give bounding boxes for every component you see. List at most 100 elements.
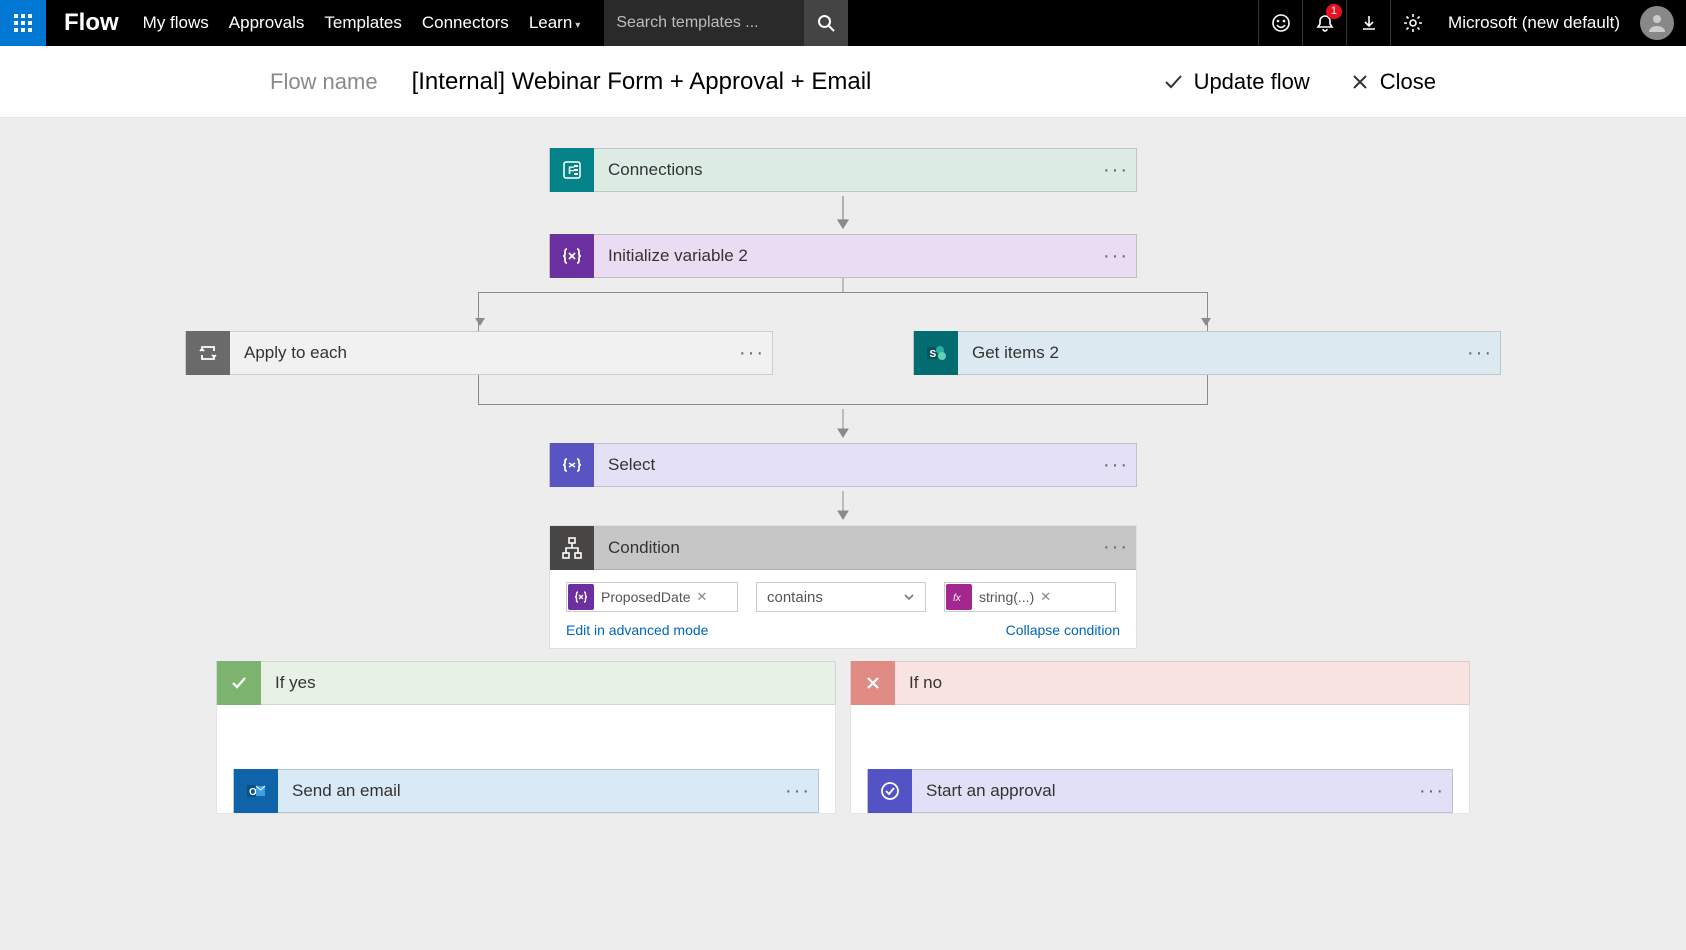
expression-token-icon: fx bbox=[946, 584, 972, 610]
close-button[interactable]: Close bbox=[1350, 69, 1436, 95]
flow-canvas: F Connections ··· Initialize variable 2 … bbox=[0, 118, 1686, 814]
svg-text:O: O bbox=[249, 787, 257, 798]
if-no-body: Start an approval ··· bbox=[850, 705, 1470, 814]
card-getitems-menu[interactable]: ··· bbox=[1460, 342, 1500, 365]
checkmark-icon bbox=[1162, 71, 1184, 93]
card-select-title: Select bbox=[594, 455, 1096, 475]
nav-my-flows[interactable]: My flows bbox=[133, 13, 219, 33]
arrow-down-icon bbox=[473, 316, 487, 330]
select-icon bbox=[550, 443, 594, 487]
card-start-approval-title: Start an approval bbox=[912, 781, 1412, 801]
if-no-header[interactable]: If no bbox=[850, 661, 1470, 705]
condition-header[interactable]: Condition ··· bbox=[550, 526, 1136, 570]
condition-body: ProposedDate ✕ contains fx string(...) ✕ bbox=[550, 570, 1136, 622]
condition-right-input[interactable]: fx string(...) ✕ bbox=[944, 582, 1116, 612]
sharepoint-icon: S bbox=[914, 331, 958, 375]
card-initvar[interactable]: Initialize variable 2 ··· bbox=[549, 234, 1137, 278]
edit-advanced-link[interactable]: Edit in advanced mode bbox=[566, 622, 708, 638]
top-nav: Flow My flows Approvals Templates Connec… bbox=[0, 0, 1686, 46]
svg-text:fx: fx bbox=[953, 593, 962, 604]
avatar[interactable] bbox=[1640, 6, 1674, 40]
card-apply-title: Apply to each bbox=[230, 343, 732, 363]
nav-templates[interactable]: Templates bbox=[314, 13, 411, 33]
card-getitems-title: Get items 2 bbox=[958, 343, 1460, 363]
update-flow-label: Update flow bbox=[1194, 69, 1310, 95]
notifications-button[interactable]: 1 bbox=[1302, 0, 1346, 46]
card-select-menu[interactable]: ··· bbox=[1096, 454, 1136, 477]
search-button[interactable] bbox=[804, 0, 848, 46]
nav-connectors[interactable]: Connectors bbox=[412, 13, 519, 33]
card-apply-to-each[interactable]: Apply to each ··· bbox=[185, 331, 773, 375]
if-yes-body: O Send an email ··· bbox=[216, 705, 836, 814]
svg-text:S: S bbox=[930, 349, 937, 360]
nav-links: My flows Approvals Templates Connectors … bbox=[133, 13, 591, 33]
condition-right-remove[interactable]: ✕ bbox=[1040, 589, 1057, 605]
flow-name-value[interactable]: [Internal] Webinar Form + Approval + Ema… bbox=[412, 68, 872, 96]
condition-left-remove[interactable]: ✕ bbox=[697, 589, 714, 605]
search-wrap bbox=[604, 0, 848, 46]
cross-icon bbox=[851, 661, 895, 705]
person-icon bbox=[1646, 12, 1668, 34]
top-icons: 1 bbox=[1258, 0, 1434, 46]
settings-button[interactable] bbox=[1390, 0, 1434, 46]
loop-icon bbox=[186, 331, 230, 375]
downloads-button[interactable] bbox=[1346, 0, 1390, 46]
card-send-email[interactable]: O Send an email ··· bbox=[233, 769, 819, 813]
if-yes-title: If yes bbox=[261, 673, 835, 693]
tenant-label[interactable]: Microsoft (new default) bbox=[1434, 13, 1634, 33]
close-label: Close bbox=[1380, 69, 1436, 95]
if-yes-branch: If yes O Send an email ··· bbox=[216, 661, 836, 814]
app-launcher-button[interactable] bbox=[0, 0, 46, 46]
nav-approvals[interactable]: Approvals bbox=[219, 13, 315, 33]
card-connections-menu[interactable]: ··· bbox=[1096, 159, 1136, 182]
gear-icon bbox=[1403, 13, 1423, 33]
chevron-down-icon bbox=[903, 591, 915, 603]
variable-token-icon bbox=[568, 584, 594, 610]
check-icon bbox=[217, 661, 261, 705]
outlook-icon: O bbox=[234, 769, 278, 813]
condition-icon bbox=[550, 526, 594, 570]
condition-branches: If yes O Send an email ··· If no Start a… bbox=[0, 661, 1686, 814]
collapse-condition-link[interactable]: Collapse condition bbox=[1006, 622, 1120, 638]
if-yes-header[interactable]: If yes bbox=[216, 661, 836, 705]
svg-text:F: F bbox=[568, 165, 575, 177]
flow-name-label: Flow name bbox=[270, 69, 378, 95]
card-connections[interactable]: F Connections ··· bbox=[549, 148, 1137, 192]
if-no-title: If no bbox=[895, 673, 1469, 693]
card-apply-menu[interactable]: ··· bbox=[732, 342, 772, 365]
card-initvar-menu[interactable]: ··· bbox=[1096, 245, 1136, 268]
approval-icon bbox=[868, 769, 912, 813]
card-get-items[interactable]: S Get items 2 ··· bbox=[913, 331, 1501, 375]
condition-links: Edit in advanced mode Collapse condition bbox=[550, 622, 1136, 648]
condition-menu[interactable]: ··· bbox=[1096, 536, 1136, 559]
download-icon bbox=[1360, 14, 1378, 32]
variable-icon bbox=[550, 234, 594, 278]
connector-stub bbox=[842, 278, 844, 292]
feedback-button[interactable] bbox=[1258, 0, 1302, 46]
close-icon bbox=[1350, 72, 1370, 92]
if-no-branch: If no Start an approval ··· bbox=[850, 661, 1470, 814]
brand-label[interactable]: Flow bbox=[46, 9, 133, 37]
card-select[interactable]: Select ··· bbox=[549, 443, 1137, 487]
branch-split-line bbox=[478, 292, 1208, 332]
connector-arrow bbox=[0, 491, 1686, 521]
card-condition[interactable]: Condition ··· ProposedDate ✕ contains fx… bbox=[549, 525, 1137, 649]
forms-icon: F bbox=[550, 148, 594, 192]
card-start-approval[interactable]: Start an approval ··· bbox=[867, 769, 1453, 813]
condition-left-input[interactable]: ProposedDate ✕ bbox=[566, 582, 738, 612]
card-send-email-menu[interactable]: ··· bbox=[778, 780, 818, 803]
card-start-approval-menu[interactable]: ··· bbox=[1412, 780, 1452, 803]
connector-arrow bbox=[0, 409, 1686, 439]
condition-left-token: ProposedDate bbox=[595, 589, 697, 605]
branch-merge-line bbox=[478, 375, 1208, 405]
search-input[interactable] bbox=[604, 0, 804, 46]
condition-title: Condition bbox=[594, 538, 1096, 558]
condition-operator-select[interactable]: contains bbox=[756, 582, 926, 612]
card-connections-title: Connections bbox=[594, 160, 1096, 180]
update-flow-button[interactable]: Update flow bbox=[1162, 69, 1310, 95]
subheader: Flow name [Internal] Webinar Form + Appr… bbox=[0, 46, 1686, 118]
condition-operator-label: contains bbox=[767, 589, 823, 606]
condition-right-token: string(...) bbox=[973, 589, 1040, 605]
nav-learn[interactable]: Learn bbox=[519, 13, 591, 33]
waffle-icon bbox=[14, 14, 32, 32]
